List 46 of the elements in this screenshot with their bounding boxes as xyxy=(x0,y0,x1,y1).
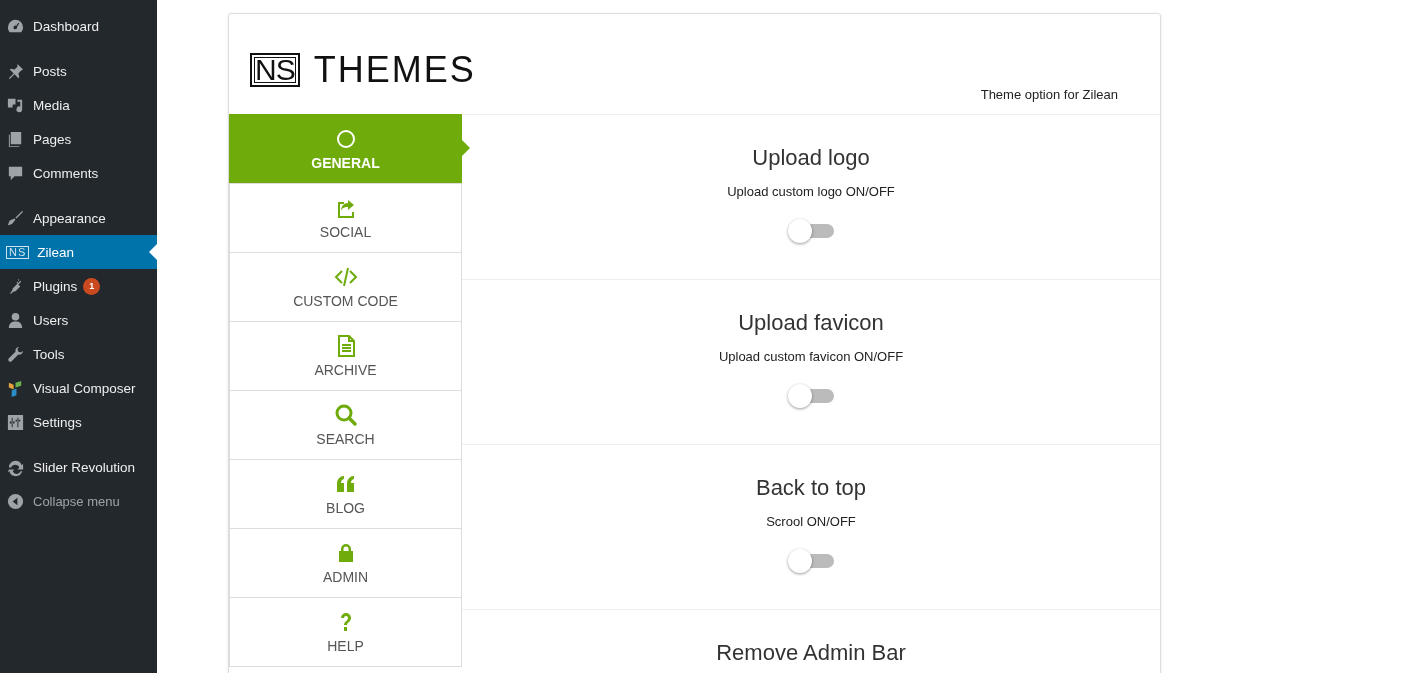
sidebar-item[interactable]: Collapse menu xyxy=(0,484,157,518)
sidebar-item[interactable]: Posts xyxy=(0,54,157,88)
logo-text: THEMES xyxy=(313,49,476,91)
toggle-switch[interactable] xyxy=(788,384,834,408)
tab[interactable]: CUSTOM CODE xyxy=(229,252,462,322)
tab[interactable]: HELP xyxy=(229,597,462,667)
option-description: Upload custom logo ON/OFF xyxy=(727,184,895,199)
ns-logo-icon: NS xyxy=(6,245,30,259)
update-count-badge: 1 xyxy=(83,277,101,295)
user-icon xyxy=(6,310,25,330)
option-title: Back to top xyxy=(755,475,867,501)
sidebar-item[interactable]: Dashboard xyxy=(0,9,157,43)
sidebar-item[interactable]: Slider Revolution xyxy=(0,450,157,484)
panel-subtitle: Theme option for Zilean xyxy=(980,87,1118,102)
sidebar-item[interactable]: Comments xyxy=(0,156,157,190)
wrench-icon xyxy=(6,344,25,364)
tab[interactable]: ADMIN xyxy=(229,528,462,598)
tab[interactable]: BLOG xyxy=(229,459,462,529)
sidebar-item[interactable]: Media xyxy=(0,88,157,122)
option-title: Remove Admin Bar xyxy=(716,640,906,666)
tab[interactable]: ARCHIVE xyxy=(229,321,462,391)
tab[interactable]: SOCIAL xyxy=(229,183,462,253)
option-description: Upload custom favicon ON/OFF xyxy=(718,349,904,364)
current-pointer-icon xyxy=(149,244,157,260)
brush-icon xyxy=(6,208,25,228)
collapse-icon xyxy=(6,491,25,511)
search-icon xyxy=(333,403,358,427)
sidebar-item[interactable]: Users xyxy=(0,303,157,337)
option-title: Upload favicon xyxy=(738,310,884,336)
code-icon xyxy=(333,265,358,289)
tab[interactable]: SEARCH xyxy=(229,390,462,460)
option-description: Scrool ON/OFF xyxy=(766,514,856,529)
toggle-switch[interactable] xyxy=(788,549,834,573)
sliders-icon xyxy=(6,412,25,432)
pushpin-icon xyxy=(6,61,25,81)
sidebar-item[interactable]: NS Zilean xyxy=(0,235,157,269)
active-tab-pointer-icon xyxy=(461,139,470,157)
sidebar-item[interactable]: Pages xyxy=(0,122,157,156)
sidebar-item[interactable]: Settings xyxy=(0,405,157,439)
sidebar-item[interactable]: Tools xyxy=(0,337,157,371)
sidebar-item[interactable]: Visual Composer xyxy=(0,371,157,405)
sidebar-item[interactable]: Plugins 1 xyxy=(0,269,157,303)
option-title: Upload logo xyxy=(752,145,870,171)
sidebar-item[interactable]: Appearance xyxy=(0,201,157,235)
logo-mark: NS xyxy=(250,53,300,87)
toggle-switch[interactable] xyxy=(788,219,834,243)
